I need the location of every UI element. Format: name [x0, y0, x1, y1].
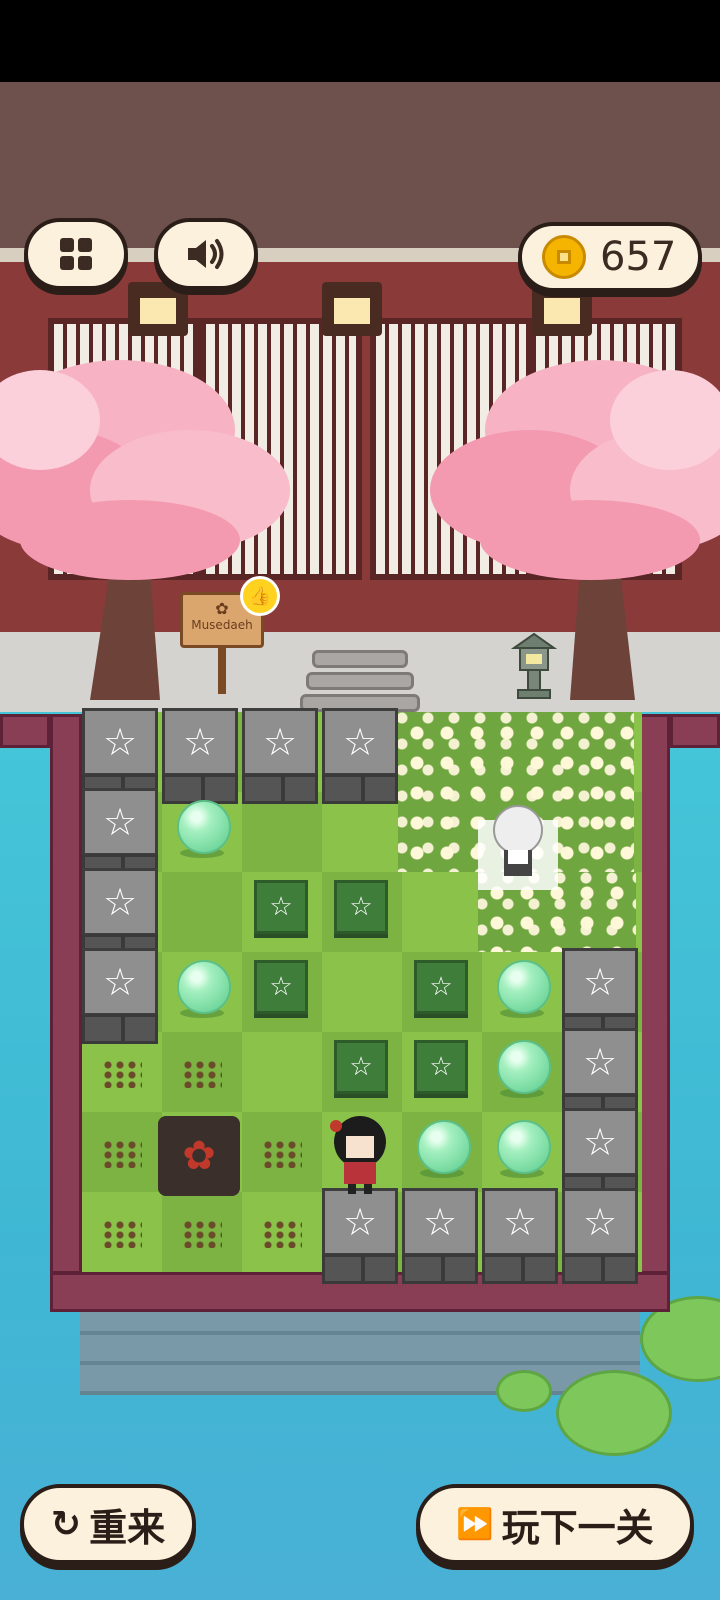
stone-brick-base: [322, 774, 398, 804]
grass-tile: [162, 872, 242, 952]
sound-button[interactable]: [154, 218, 258, 290]
thumbs-up-icon[interactable]: 👍: [240, 576, 280, 616]
stone-step: [306, 672, 414, 690]
stone-brick-base: [482, 1254, 558, 1284]
water-bubble[interactable]: [497, 1040, 551, 1094]
star-icon: ☆: [82, 708, 158, 776]
fence-left: [50, 714, 82, 1274]
stone-block[interactable]: ☆: [162, 708, 238, 808]
stone-block[interactable]: ☆: [242, 708, 318, 808]
lily-pad: [556, 1370, 672, 1456]
cherry-tree-right: [430, 360, 720, 700]
fence-rail-right-top: [670, 714, 720, 748]
water-bubble[interactable]: [417, 1120, 471, 1174]
restart-icon: ↻: [50, 1503, 82, 1545]
seed-patch: [182, 1220, 222, 1248]
fast-forward-icon: ⏩: [456, 1506, 494, 1542]
fence-rail-left-top: [0, 714, 50, 748]
sign-text: Musedaeh: [191, 618, 253, 632]
black-haired-player-character[interactable]: [326, 1112, 396, 1196]
restart-button[interactable]: ↻ 重来: [20, 1484, 196, 1564]
status-bar-area: [0, 0, 720, 82]
star-icon: ☆: [562, 1028, 638, 1096]
restart-label: 重来: [89, 1505, 166, 1550]
star-tile[interactable]: ☆: [334, 880, 388, 934]
submerged-wall: [80, 1305, 640, 1395]
stone-lantern-icon: [510, 632, 558, 699]
speaker-icon: [188, 239, 224, 269]
menu-button[interactable]: [24, 218, 128, 290]
star-icon: ☆: [562, 948, 638, 1016]
stone-brick-base: [402, 1254, 478, 1284]
seed-patch: [262, 1220, 302, 1248]
seed-patch: [262, 1140, 302, 1168]
grass-tile: [242, 1032, 322, 1112]
water-bubble[interactable]: [497, 1120, 551, 1174]
next-level-label: 玩下一关: [501, 1505, 654, 1550]
star-tile[interactable]: ☆: [414, 1040, 468, 1094]
star-icon: ☆: [562, 1188, 638, 1256]
hanging-lantern-center: [322, 282, 382, 336]
star-icon: ☆: [82, 868, 158, 936]
sign-post: [218, 648, 226, 694]
seed-patch: [102, 1140, 142, 1168]
star-icon: ☆: [402, 1188, 478, 1256]
water-bubble[interactable]: [177, 960, 231, 1014]
next-level-button[interactable]: ⏩ 玩下一关: [416, 1484, 694, 1564]
stone-block[interactable]: ☆: [322, 708, 398, 808]
star-icon: ☆: [562, 1108, 638, 1176]
stone-brick-base: [562, 1254, 638, 1284]
stone-block[interactable]: ☆: [322, 1188, 398, 1288]
stone-block[interactable]: ☆: [82, 948, 158, 1048]
star-icon: ☆: [82, 788, 158, 856]
lily-pad: [496, 1370, 552, 1412]
seed-patch: [182, 1060, 222, 1088]
star-icon: ☆: [482, 1188, 558, 1256]
fence-right: [638, 714, 670, 1274]
stone-brick-base: [322, 1254, 398, 1284]
stone-block[interactable]: ☆: [482, 1188, 558, 1288]
star-tile[interactable]: ☆: [254, 960, 308, 1014]
coin-icon: [542, 235, 586, 279]
seed-patch: [102, 1220, 142, 1248]
seed-patch: [102, 1060, 142, 1088]
star-tile[interactable]: ☆: [334, 1040, 388, 1094]
stone-brick-base: [82, 1014, 158, 1044]
stone-block[interactable]: ☆: [402, 1188, 478, 1288]
stone-step: [312, 650, 408, 668]
star-icon: ☆: [162, 708, 238, 776]
star-icon: ☆: [322, 708, 398, 776]
coin-counter: 657: [518, 222, 702, 292]
star-icon: ☆: [242, 708, 318, 776]
grass-tile: [322, 952, 402, 1032]
stone-block[interactable]: ☆: [562, 1188, 638, 1288]
grass-tile: [402, 872, 482, 952]
stone-brick-base: [242, 774, 318, 804]
game-scene: ✿ Musedaeh 👍 ✿ ☆ ☆ ☆ ☆ ☆ ☆ ☆ ☆ ☆ ☆ ☆ ☆ ☆ ☆ ☆ ☆ ☆ ☆ ☆ ☆ 657: [0, 0, 720, 1600]
flower-hole[interactable]: ✿: [158, 1116, 240, 1196]
grid-menu-icon: [60, 238, 92, 270]
star-tile[interactable]: ☆: [414, 960, 468, 1014]
star-icon: ☆: [322, 1188, 398, 1256]
hanging-lantern-left: [128, 282, 188, 336]
coin-count: 657: [600, 234, 677, 280]
water-bubble[interactable]: [497, 960, 551, 1014]
star-icon: ☆: [82, 948, 158, 1016]
white-haired-character[interactable]: [478, 800, 558, 890]
star-tile[interactable]: ☆: [254, 880, 308, 934]
water-bubble[interactable]: [177, 800, 231, 854]
